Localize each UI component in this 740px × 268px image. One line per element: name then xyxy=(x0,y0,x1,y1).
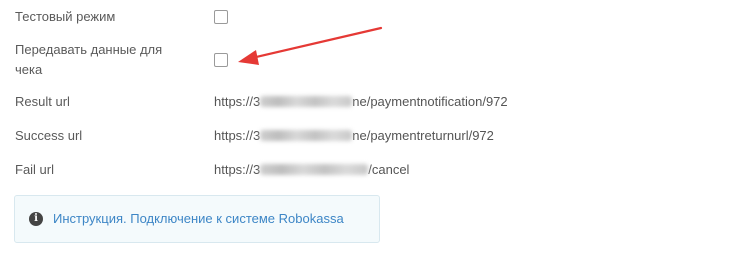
fail-url-prefix: https://3 xyxy=(214,162,261,177)
success-url-prefix: https://3 xyxy=(214,128,261,143)
instruction-link[interactable]: Инструкция. Подключение к системе Roboka… xyxy=(53,210,344,228)
instruction-info-box: i Инструкция. Подключение к системе Robo… xyxy=(14,195,380,243)
success-url-value: https://3 ne/paymentreturnurl/972 xyxy=(214,126,494,146)
fail-url-suffix: /cancel xyxy=(368,162,410,177)
fail-url-value: https://3/cancel xyxy=(214,160,409,180)
info-icon: i xyxy=(29,212,43,226)
result-url-value: https://3 ne/paymentnotification/972 xyxy=(214,92,508,112)
redacted-host xyxy=(260,130,353,142)
result-url-prefix: https://3 xyxy=(214,94,261,109)
result-url-suffix: ne/paymentnotification/972 xyxy=(352,94,508,109)
redacted-host xyxy=(260,164,369,176)
result-url-label: Result url xyxy=(15,94,70,109)
arrow-shaft xyxy=(250,26,383,60)
fail-url-label: Fail url xyxy=(15,162,55,177)
success-url-label: Success url xyxy=(15,128,83,143)
success-url-suffix: ne/paymentreturnurl/972 xyxy=(352,128,494,143)
arrow-head xyxy=(238,50,259,65)
redacted-host xyxy=(260,96,353,108)
